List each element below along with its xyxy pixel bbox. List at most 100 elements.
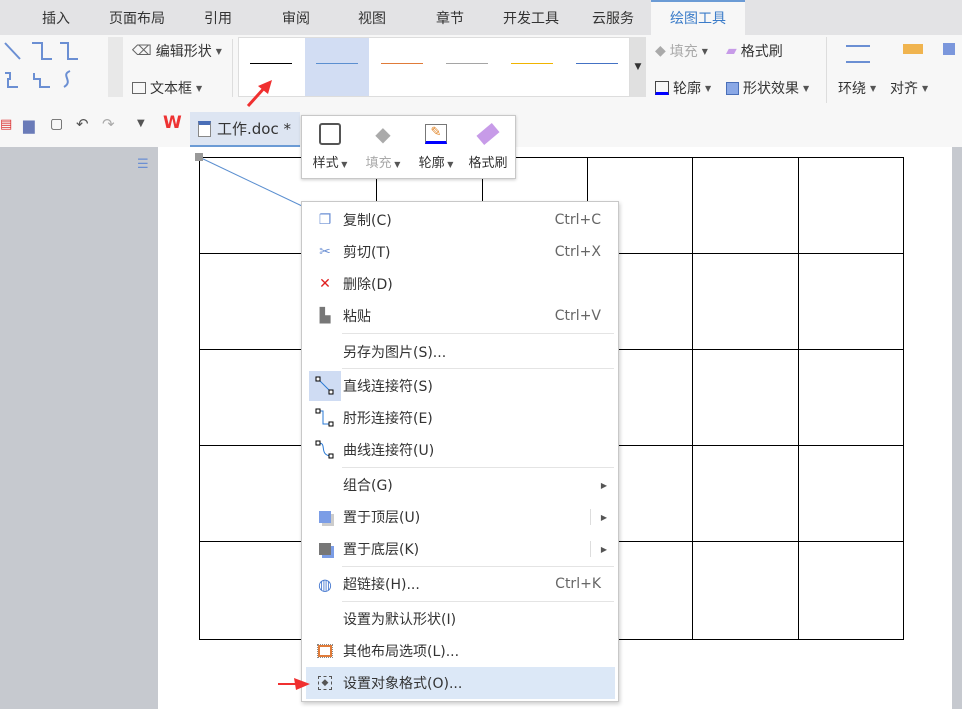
outline-icon <box>655 81 669 95</box>
menu-item-elbow-connector[interactable]: 肘形连接符(E) <box>306 402 615 434</box>
menu-item-paste[interactable]: ▙ 粘贴 Ctrl+V <box>306 300 615 332</box>
paste-icon: ▙ <box>319 308 331 324</box>
cube-icon <box>726 81 739 95</box>
edit-shape-label: 编辑形状 <box>155 44 212 60</box>
text-box-label: 文本框 <box>150 81 192 97</box>
menu-item-format-object[interactable]: ◆ 设置对象格式(O)... <box>306 667 615 699</box>
scissors-icon: ✂ <box>319 244 331 260</box>
submenu-arrow-icon: ▶ <box>600 480 607 490</box>
text-box-icon <box>132 82 146 94</box>
menu-item-bring-to-front[interactable]: 置于顶层(U) ▶ <box>306 501 615 533</box>
submenu-arrow-icon: ▶ <box>600 544 607 554</box>
line-style-gallery[interactable] <box>238 37 630 97</box>
line-style-option[interactable] <box>435 38 499 96</box>
mini-format-painter-button[interactable]: 格式刷 <box>462 116 514 178</box>
align-icon <box>903 44 923 54</box>
paragraph-layout-icon[interactable]: ☰ <box>137 157 149 172</box>
curved-connector-icon <box>309 435 341 465</box>
tab-chapter[interactable]: 章节 <box>424 0 476 35</box>
copy-icon: ❐ <box>318 212 332 228</box>
align-label: 对齐 <box>890 81 918 97</box>
edit-shape-icon: ⌫ <box>132 43 152 59</box>
submenu-arrow-icon: ▶ <box>600 512 607 522</box>
line-style-option[interactable] <box>305 38 369 96</box>
outline-pencil-icon: ✎ <box>425 124 447 144</box>
shape-effects-button[interactable]: 形状效果 ▼ <box>726 78 809 98</box>
wrap-button[interactable]: 环绕 ▼ <box>838 78 876 98</box>
outline-label: 轮廓 <box>673 81 701 97</box>
elbow-connector-icon <box>309 403 341 433</box>
customize-dropdown-icon[interactable]: ▼ <box>137 118 145 129</box>
ribbon: ⌫ 编辑形状 ▼ 文本框 ▼ ▼ ◆ 填充 ▼ ▰ 格式刷 轮廓 ▼ 形状效果 ▼ 环绕 ▼ 对齐… <box>0 35 962 107</box>
format-painter-button[interactable]: ▰ 格式刷 <box>726 41 783 61</box>
style-icon <box>319 123 341 145</box>
paintbrush-icon <box>476 122 500 146</box>
gallery-scroll[interactable] <box>108 37 123 97</box>
redo-icon[interactable]: ↷ <box>102 115 115 133</box>
wps-logo-icon[interactable]: W <box>163 113 182 133</box>
print-icon[interactable]: ▆ <box>23 116 35 134</box>
format-painter-label: 格式刷 <box>740 44 783 60</box>
menu-item-curved-connector[interactable]: 曲线连接符(U) <box>306 434 615 466</box>
layout-options-icon <box>309 636 341 666</box>
fill-bucket-icon: ◆ <box>375 122 391 146</box>
red-annotation-arrow <box>278 678 310 690</box>
edit-shape-button[interactable]: ⌫ 编辑形状 ▼ <box>132 41 222 61</box>
tab-page-layout[interactable]: 页面布局 <box>100 0 174 35</box>
document-tab[interactable]: 工作.doc * <box>190 112 300 147</box>
tab-drawing-tools[interactable]: 绘图工具 <box>651 0 745 35</box>
group-icon[interactable] <box>943 43 955 55</box>
delete-icon: ✕ <box>319 276 331 292</box>
menu-item-group[interactable]: 组合(G) ▶ <box>306 469 615 501</box>
print-preview-icon[interactable]: ▢ <box>50 116 63 132</box>
pdf-export-icon[interactable]: ▤ <box>0 117 12 132</box>
format-object-icon: ◆ <box>309 668 341 698</box>
align-button[interactable]: 对齐 ▼ <box>890 78 928 98</box>
line-style-option[interactable] <box>370 38 434 96</box>
fill-label: 填充 <box>669 44 698 60</box>
gallery-more-button[interactable]: ▼ <box>630 37 646 97</box>
straight-connector-icon <box>309 371 341 401</box>
text-box-button[interactable]: 文本框 ▼ <box>132 78 202 98</box>
selection-handle[interactable] <box>195 153 203 161</box>
send-to-back-icon <box>309 534 341 564</box>
tab-cloud[interactable]: 云服务 <box>585 0 641 35</box>
menu-item-layout-options[interactable]: 其他布局选项(L)... <box>306 635 615 667</box>
mini-style-button[interactable]: 样式 ▼ <box>304 116 356 178</box>
selected-connector-line[interactable] <box>190 150 310 210</box>
wrap-icon <box>846 45 870 63</box>
connector-shapes-gallery[interactable] <box>0 37 108 97</box>
ribbon-tab-bar: 插入 页面布局 引用 审阅 视图 章节 开发工具 云服务 绘图工具 <box>0 0 962 35</box>
menu-item-hyperlink[interactable]: ◍ 超链接(H)... Ctrl+K <box>306 568 615 600</box>
fill-button[interactable]: ◆ 填充 ▼ <box>655 41 708 61</box>
mini-toolbar: 样式 ▼ ◆ 填充 ▼ ✎ 轮廓 ▼ 格式刷 <box>301 115 516 179</box>
tab-insert[interactable]: 插入 <box>30 0 82 35</box>
undo-icon[interactable]: ↶ <box>76 115 89 133</box>
menu-item-cut[interactable]: ✂ 剪切(T) Ctrl+X <box>306 236 615 268</box>
outline-button[interactable]: 轮廓 ▼ <box>655 78 711 98</box>
tab-developer[interactable]: 开发工具 <box>494 0 568 35</box>
menu-item-send-to-back[interactable]: 置于底层(K) ▶ <box>306 533 615 565</box>
menu-item-save-as-picture[interactable]: 另存为图片(S)... <box>306 336 615 368</box>
fill-bucket-icon: ◆ <box>655 43 666 59</box>
tab-view[interactable]: 视图 <box>346 0 398 35</box>
tab-review[interactable]: 审阅 <box>270 0 322 35</box>
tab-references[interactable]: 引用 <box>192 0 244 35</box>
menu-item-set-default-shape[interactable]: 设置为默认形状(I) <box>306 603 615 635</box>
mini-fill-button[interactable]: ◆ 填充 ▼ <box>357 116 409 178</box>
menu-item-delete[interactable]: ✕ 删除(D) <box>306 268 615 300</box>
red-annotation-arrow <box>246 80 272 108</box>
menu-item-copy[interactable]: ❐ 复制(C) Ctrl+C <box>306 204 615 236</box>
context-menu: ❐ 复制(C) Ctrl+C ✂ 剪切(T) Ctrl+X ✕ 删除(D) ▙ 粘贴 Ctrl… <box>301 201 619 702</box>
paintbrush-icon: ▰ <box>726 43 737 59</box>
word-doc-icon <box>198 120 211 137</box>
wrap-label: 环绕 <box>838 81 866 97</box>
line-style-option[interactable] <box>565 38 629 96</box>
hyperlink-icon: ◍ <box>318 574 332 594</box>
mini-outline-button[interactable]: ✎ 轮廓 ▼ <box>410 116 462 178</box>
bring-to-front-icon <box>309 502 341 532</box>
line-style-option[interactable] <box>500 38 564 96</box>
shape-effects-label: 形状效果 <box>743 81 799 97</box>
menu-item-straight-connector[interactable]: 直线连接符(S) <box>306 370 615 402</box>
document-tab-title: 工作.doc * <box>217 120 291 138</box>
